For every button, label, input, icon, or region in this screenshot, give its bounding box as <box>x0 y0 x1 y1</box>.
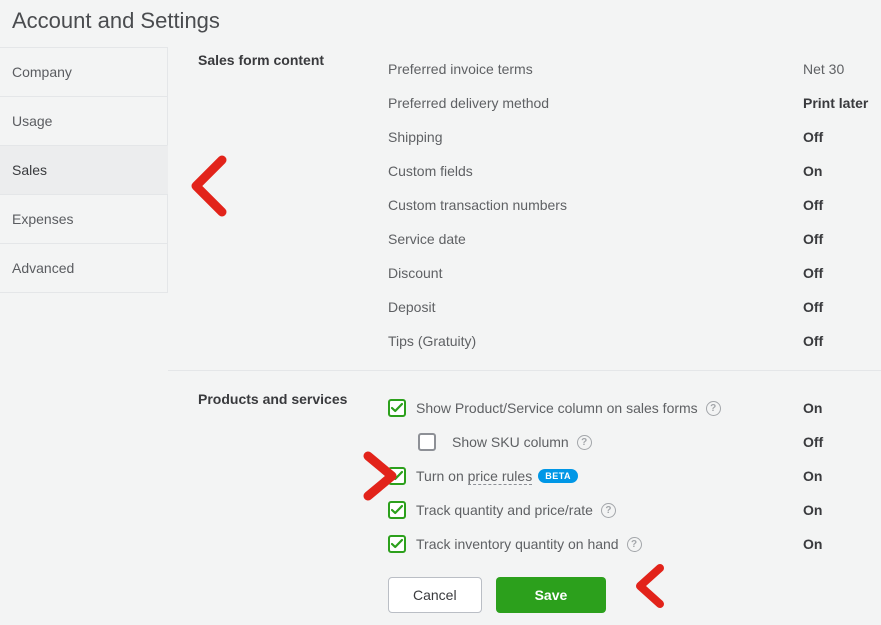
checkbox-show-sku[interactable] <box>418 433 436 451</box>
row-value: Off <box>803 129 881 145</box>
row-label: Shipping <box>388 129 803 145</box>
row-value: Off <box>803 434 881 450</box>
row-value: Off <box>803 265 881 281</box>
row-value: Print later <box>803 95 881 111</box>
section-products-and-services: Products and services Show Product/Servi… <box>168 370 881 625</box>
row-custom-transaction-numbers[interactable]: Custom transaction numbers Off <box>388 188 881 222</box>
check-icon <box>391 470 403 482</box>
checkbox-track-quantity[interactable] <box>388 501 406 519</box>
check-icon <box>391 538 403 550</box>
help-icon[interactable]: ? <box>601 503 616 518</box>
row-value: Off <box>803 299 881 315</box>
row-label: Preferred invoice terms <box>388 61 803 77</box>
row-value: On <box>803 163 881 179</box>
row-label: Service date <box>388 231 803 247</box>
row-label: Discount <box>388 265 803 281</box>
row-track-inventory-quantity: Track inventory quantity on hand ? On <box>388 527 881 561</box>
row-label: Tips (Gratuity) <box>388 333 803 349</box>
row-label: Track inventory quantity on hand ? <box>416 536 803 552</box>
checkbox-show-product-service[interactable] <box>388 399 406 417</box>
section-label: Sales form content <box>168 52 388 358</box>
help-icon[interactable]: ? <box>706 401 721 416</box>
row-service-date[interactable]: Service date Off <box>388 222 881 256</box>
section-actions: Cancel Save <box>388 577 881 613</box>
help-icon[interactable]: ? <box>577 435 592 450</box>
row-value: On <box>803 400 881 416</box>
beta-badge: BETA <box>538 469 578 483</box>
row-preferred-delivery-method[interactable]: Preferred delivery method Print later <box>388 86 881 120</box>
row-discount[interactable]: Discount Off <box>388 256 881 290</box>
sidebar-item-advanced[interactable]: Advanced <box>0 243 168 293</box>
settings-sidebar: Company Usage Sales Expenses Advanced <box>0 48 168 625</box>
row-value: Off <box>803 333 881 349</box>
row-value: Off <box>803 197 881 213</box>
row-label: Show SKU column ? <box>388 433 803 451</box>
row-label: Track quantity and price/rate ? <box>416 502 803 518</box>
save-button[interactable]: Save <box>496 577 607 613</box>
check-icon <box>391 504 403 516</box>
row-value: Off <box>803 231 881 247</box>
section-label: Products and services <box>168 391 388 613</box>
check-icon <box>391 402 403 414</box>
row-label: Show Product/Service column on sales for… <box>416 400 803 416</box>
row-turn-on-price-rules: Turn on price rules BETA On <box>388 459 881 493</box>
sidebar-item-expenses[interactable]: Expenses <box>0 194 168 244</box>
sidebar-item-sales[interactable]: Sales <box>0 145 168 195</box>
checkbox-price-rules[interactable] <box>388 467 406 485</box>
row-show-sku-column: Show SKU column ? Off <box>388 425 881 459</box>
checkbox-track-inventory[interactable] <box>388 535 406 553</box>
row-track-quantity-price-rate: Track quantity and price/rate ? On <box>388 493 881 527</box>
row-label: Deposit <box>388 299 803 315</box>
row-label: Preferred delivery method <box>388 95 803 111</box>
row-label: Custom transaction numbers <box>388 197 803 213</box>
row-show-product-service-column: Show Product/Service column on sales for… <box>388 391 881 425</box>
row-tips-gratuity[interactable]: Tips (Gratuity) Off <box>388 324 881 358</box>
row-deposit[interactable]: Deposit Off <box>388 290 881 324</box>
row-label: Custom fields <box>388 163 803 179</box>
row-preferred-invoice-terms[interactable]: Preferred invoice terms Net 30 <box>388 52 881 86</box>
row-value: On <box>803 468 881 484</box>
page-title: Account and Settings <box>0 0 881 48</box>
row-value: On <box>803 502 881 518</box>
section-sales-form-content: Sales form content Preferred invoice ter… <box>168 48 881 370</box>
settings-content: Sales form content Preferred invoice ter… <box>168 48 881 625</box>
sidebar-item-usage[interactable]: Usage <box>0 96 168 146</box>
row-value: On <box>803 536 881 552</box>
help-icon[interactable]: ? <box>627 537 642 552</box>
row-shipping[interactable]: Shipping Off <box>388 120 881 154</box>
row-label: Turn on price rules BETA <box>416 468 803 484</box>
row-value: Net 30 <box>803 61 881 77</box>
cancel-button[interactable]: Cancel <box>388 577 482 613</box>
row-custom-fields[interactable]: Custom fields On <box>388 154 881 188</box>
sidebar-item-company[interactable]: Company <box>0 47 168 97</box>
